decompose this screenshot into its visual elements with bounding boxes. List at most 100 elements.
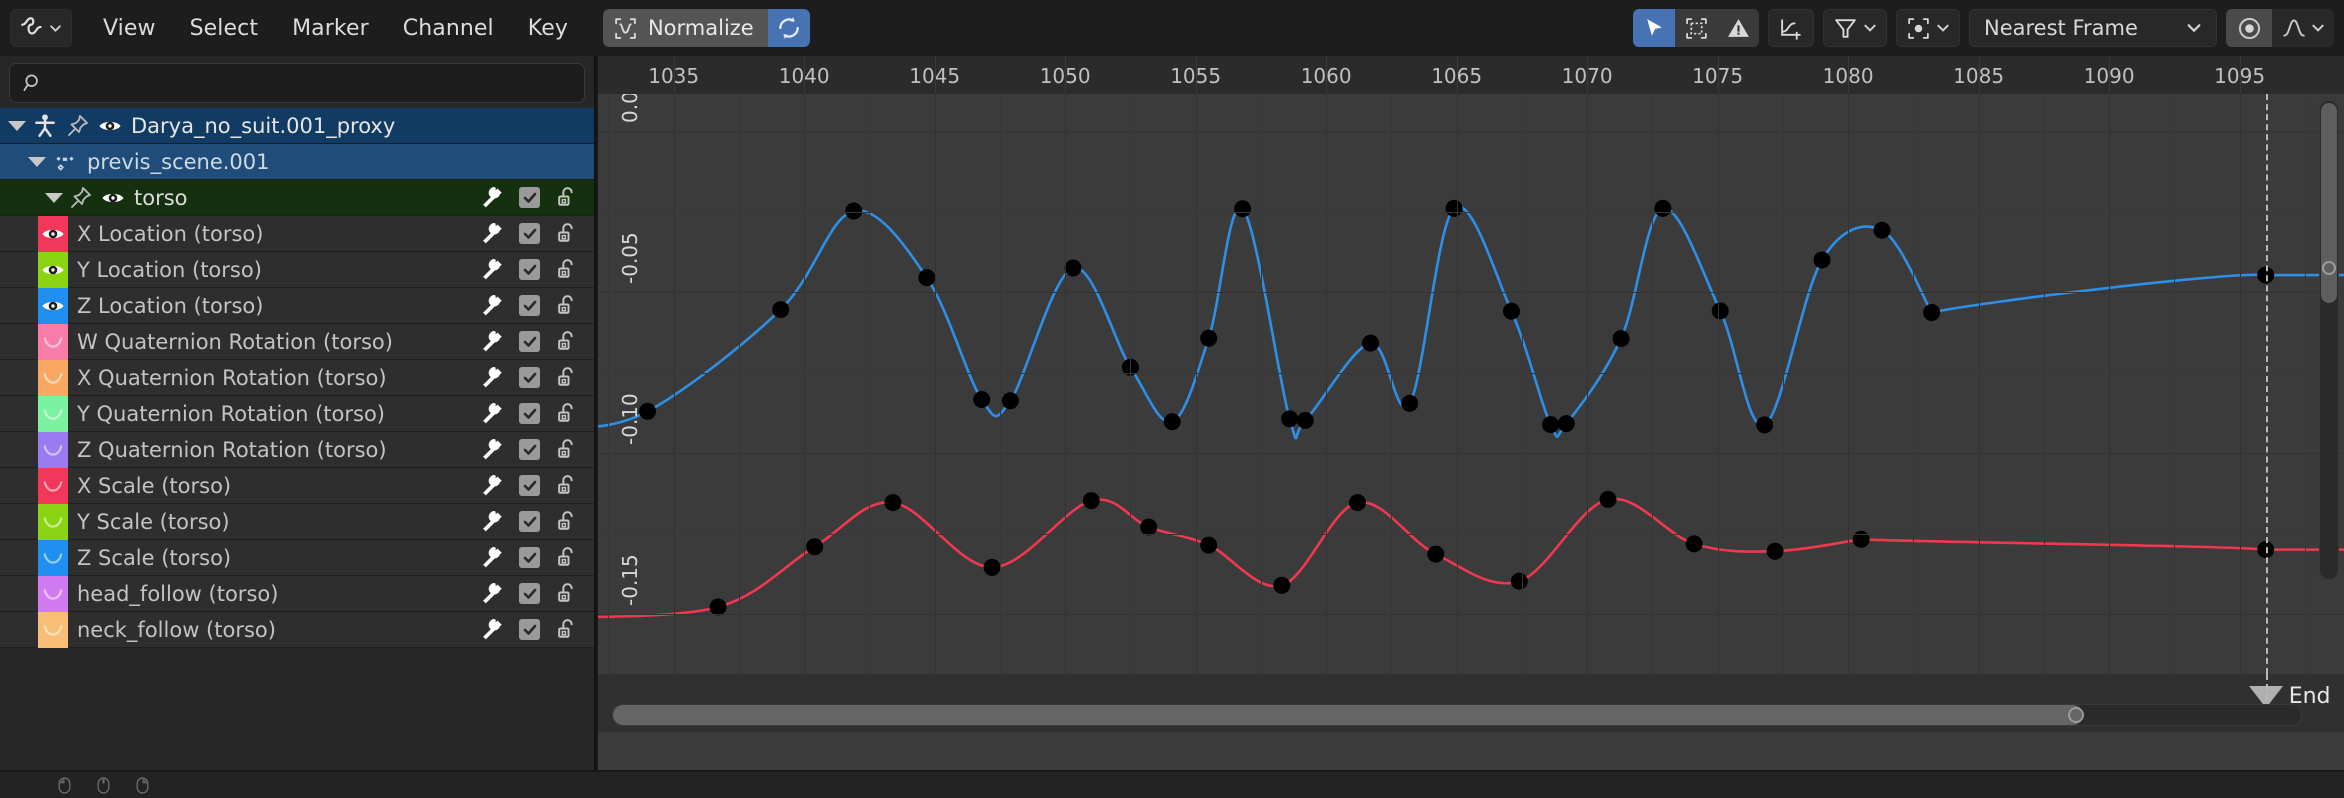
search-input[interactable] [9, 63, 585, 103]
unlock-icon[interactable] [555, 401, 580, 426]
keyframe-point[interactable] [1200, 536, 1218, 554]
normalize-button[interactable]: Normalize [602, 9, 768, 47]
unlock-icon[interactable] [555, 293, 580, 318]
keyframe-point[interactable] [1163, 413, 1181, 431]
proportional-falloff-dropdown[interactable] [2272, 9, 2334, 47]
expand-triangle-icon[interactable] [28, 156, 46, 167]
keyframe-point[interactable] [1813, 251, 1831, 269]
unlock-icon[interactable] [555, 365, 580, 390]
channel-enable-checkbox[interactable] [519, 403, 540, 424]
menu-marker[interactable]: Marker [275, 9, 386, 47]
keyframe-point[interactable] [1557, 415, 1575, 433]
channel-enable-checkbox[interactable] [519, 331, 540, 352]
channel-color-swatch[interactable] [38, 467, 68, 504]
menu-select[interactable]: Select [173, 9, 275, 47]
channel-row-action[interactable]: previs_scene.001 [0, 144, 594, 180]
channel-row-fcurve[interactable]: X Scale (torso) [0, 467, 594, 504]
channel-row-fcurve[interactable]: head_follow (torso) [0, 575, 594, 612]
horizontal-scrollbar-grab[interactable] [2068, 707, 2084, 723]
keyframe-point[interactable] [1001, 392, 1019, 410]
channel-enable-checkbox[interactable] [519, 187, 540, 208]
keyframe-point[interactable] [1082, 492, 1100, 510]
unlock-icon[interactable] [555, 509, 580, 534]
unlock-icon[interactable] [555, 257, 580, 282]
box-select-tool[interactable] [1675, 9, 1717, 47]
channel-enable-checkbox[interactable] [519, 583, 540, 604]
unlock-icon[interactable] [555, 581, 580, 606]
filter-dropdown[interactable] [1823, 9, 1887, 47]
keyframe-point[interactable] [1711, 302, 1729, 320]
channel-color-swatch[interactable] [38, 323, 68, 360]
menu-view[interactable]: View [86, 9, 173, 47]
channel-enable-checkbox[interactable] [519, 619, 540, 640]
keyframe-point[interactable] [709, 598, 727, 616]
keyframe-point[interactable] [1296, 411, 1314, 429]
keyframe-point[interactable] [1542, 416, 1560, 434]
keyframe-point[interactable] [918, 269, 936, 287]
wrench-icon[interactable] [479, 617, 504, 642]
keyframe-point[interactable] [1234, 200, 1252, 218]
keyframe-point[interactable] [1510, 572, 1528, 590]
channel-row-fcurve[interactable]: Z Quaternion Rotation (torso) [0, 431, 594, 468]
wrench-icon[interactable] [479, 257, 504, 282]
show-handles-toggle[interactable] [1768, 9, 1814, 47]
channel-enable-checkbox[interactable] [519, 475, 540, 496]
vertical-scrollbar-grab[interactable] [2322, 261, 2336, 275]
channel-row-fcurve[interactable]: Y Scale (torso) [0, 503, 594, 540]
auto-normalize-refresh-button[interactable] [767, 9, 810, 47]
keyframe-point[interactable] [1401, 394, 1419, 412]
keyframe-point[interactable] [1923, 303, 1941, 321]
menu-key[interactable]: Key [511, 9, 585, 47]
horizontal-scrollbar-thumb[interactable] [613, 705, 2083, 725]
expand-triangle-icon[interactable] [8, 120, 26, 131]
keyframe-point[interactable] [1064, 259, 1082, 277]
channel-enable-checkbox[interactable] [519, 439, 540, 460]
channel-row-object[interactable]: Darya_no_suit.001_proxy [0, 108, 594, 144]
channel-row-fcurve[interactable]: neck_follow (torso) [0, 611, 594, 648]
keyframe-point[interactable] [973, 390, 991, 408]
frame-ruler[interactable]: 1035 1040 1045 1050 1055 1060 1065 1070 1075 1080… [598, 56, 2344, 94]
pivot-point-dropdown[interactable] [1896, 9, 1960, 47]
wrench-icon[interactable] [479, 329, 504, 354]
keyframe-point[interactable] [884, 494, 902, 512]
channel-row-group[interactable]: torso [0, 180, 594, 216]
only-selected-curves-toggle[interactable] [1717, 9, 1759, 47]
keyframe-point[interactable] [1612, 330, 1630, 348]
keyframe-point[interactable] [1599, 490, 1617, 508]
proportional-editing-toggle[interactable] [2226, 9, 2272, 47]
keyframe-point[interactable] [1654, 199, 1672, 217]
vertical-scrollbar[interactable] [2319, 100, 2339, 580]
wrench-icon[interactable] [479, 509, 504, 534]
channel-enable-checkbox[interactable] [519, 547, 540, 568]
keyframe-point[interactable] [1873, 221, 1891, 239]
channel-color-swatch[interactable] [38, 503, 68, 540]
fcurve-series[interactable] [598, 199, 2344, 440]
wrench-icon[interactable] [479, 437, 504, 462]
keyframe-point[interactable] [1502, 302, 1520, 320]
wrench-icon[interactable] [479, 185, 504, 210]
keyframe-point[interactable] [1445, 199, 1463, 217]
curve-plot-area[interactable]: 0.00 -0.05 -0.10 -0.15 [598, 94, 2344, 674]
unlock-icon[interactable] [555, 329, 580, 354]
keyframe-point[interactable] [1756, 416, 1774, 434]
channel-row-fcurve[interactable]: Z Scale (torso) [0, 539, 594, 576]
keyframe-point[interactable] [983, 558, 1001, 576]
wrench-icon[interactable] [479, 221, 504, 246]
channel-row-fcurve[interactable]: Y Quaternion Rotation (torso) [0, 395, 594, 432]
unlock-icon[interactable] [555, 185, 580, 210]
channel-color-swatch[interactable] [38, 287, 68, 324]
keyframe-point[interactable] [1348, 494, 1366, 512]
channel-color-swatch[interactable] [38, 575, 68, 612]
unlock-icon[interactable] [555, 221, 580, 246]
horizontal-scrollbar[interactable] [612, 704, 2302, 726]
wrench-icon[interactable] [479, 545, 504, 570]
channel-enable-checkbox[interactable] [519, 259, 540, 280]
channel-row-fcurve[interactable]: Y Location (torso) [0, 251, 594, 288]
cursor-select-tool[interactable] [1633, 9, 1675, 47]
unlock-icon[interactable] [555, 545, 580, 570]
keyframe-point[interactable] [1281, 410, 1299, 428]
keyframe-point[interactable] [1273, 576, 1291, 594]
keyframe-point[interactable] [1362, 334, 1380, 352]
channel-row-fcurve[interactable]: X Location (torso) [0, 215, 594, 252]
unlock-icon[interactable] [555, 617, 580, 642]
